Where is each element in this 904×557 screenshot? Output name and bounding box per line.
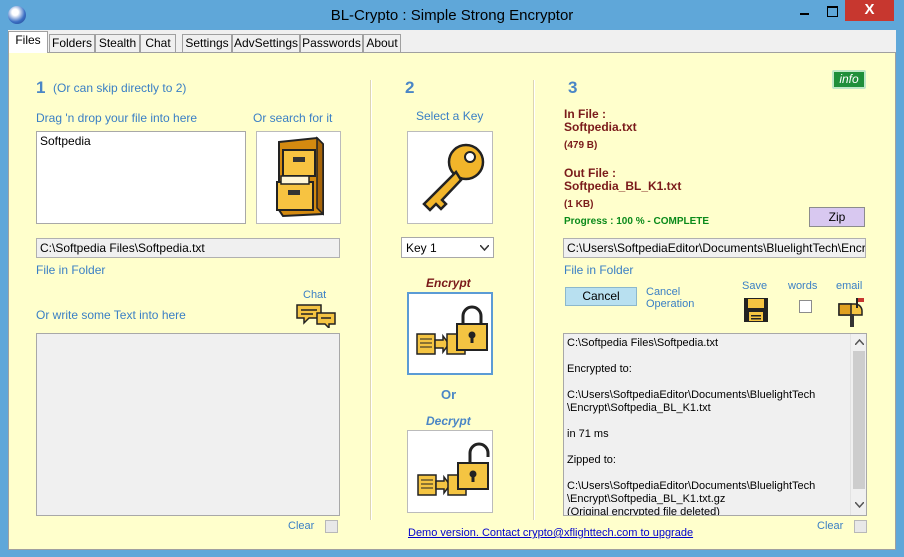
email-label: email (836, 280, 863, 292)
decrypt-unlock-icon (417, 442, 490, 496)
tab-folders[interactable]: Folders (49, 34, 95, 52)
scroll-up-icon[interactable] (855, 339, 864, 345)
save-label: Save (742, 280, 768, 292)
search-label: Or search for it (253, 111, 333, 125)
tab-strip: Files Folders Stealth Chat Settings AdvS… (8, 30, 896, 53)
zip-button[interactable]: Zip (809, 207, 865, 227)
log-line: C:\Users\SoftpediaEditor\Documents\Bluel… (567, 480, 816, 492)
clear-log-checkbox[interactable] (854, 520, 867, 533)
log-line: C:\Softpedia Files\Softpedia.txt (567, 337, 719, 349)
log-line: (Original encrypted file deleted) (567, 506, 720, 516)
window-title: BL-Crypto : Simple Strong Encryptor (330, 7, 574, 24)
minimize-button[interactable] (790, 0, 818, 21)
chat-button[interactable] (295, 302, 337, 330)
log-scrollbar[interactable] (850, 334, 866, 515)
in-file-label: In File : (564, 107, 606, 121)
info-button[interactable]: info (832, 70, 866, 89)
email-button[interactable] (836, 294, 866, 328)
file-cabinet-icon (276, 136, 324, 218)
drag-drop-label: Drag 'n drop your file into here (36, 111, 198, 125)
in-file-size: (479 B) (564, 140, 598, 151)
save-button[interactable] (743, 297, 769, 323)
browse-file-button[interactable] (256, 131, 341, 224)
encrypt-label: Encrypt (426, 276, 471, 290)
step-1-number: 1 (36, 78, 46, 97)
in-file-name: Softpedia.txt (564, 120, 637, 134)
log-line: Zipped to: (567, 454, 616, 466)
out-file-label: Out File : (564, 166, 616, 180)
log-line: in 71 ms (567, 428, 609, 440)
chat-label: Chat (303, 289, 327, 301)
log-line: C:\Users\SoftpediaEditor\Documents\Bluel… (567, 389, 816, 401)
title-bar: BL-Crypto : Simple Strong Encryptor X (0, 0, 904, 30)
decrypt-label: Decrypt (426, 414, 471, 428)
close-icon: X (864, 1, 875, 18)
file-in-folder-link[interactable]: File in Folder (36, 263, 105, 277)
words-checkbox[interactable] (799, 300, 812, 313)
step-3-number: 3 (568, 78, 578, 97)
step-1-hint: (Or can skip directly to 2) (53, 81, 187, 95)
words-label: words (788, 280, 818, 292)
file-drop-box[interactable]: Softpedia (36, 131, 246, 224)
clear-log-label: Clear (817, 520, 844, 532)
decrypt-button[interactable] (407, 430, 493, 513)
plain-text-input[interactable] (36, 333, 340, 516)
step-2-number: 2 (405, 78, 415, 97)
encrypt-lock-icon (416, 305, 488, 355)
out-file-name: Softpedia_BL_K1.txt (564, 179, 682, 193)
key-icon (422, 143, 485, 212)
close-button[interactable]: X (845, 0, 894, 21)
clear-text-checkbox[interactable] (325, 520, 338, 533)
write-text-label: Or write some Text into here (36, 308, 186, 322)
cancel-button[interactable]: Cancel (565, 287, 637, 306)
column-divider (533, 80, 535, 520)
tab-passwords[interactable]: Passwords (300, 34, 363, 52)
cancel-operation-label: Cancel Operation (646, 286, 695, 310)
log-line: \Encrypt\Softpedia_BL_K1.txt.gz (567, 493, 726, 505)
chat-bubbles-icon (296, 304, 336, 330)
maximize-button[interactable] (818, 0, 845, 21)
log-scroll-thumb[interactable] (853, 351, 865, 489)
column-divider (370, 80, 372, 520)
source-file-path[interactable]: C:\Softpedia Files\Softpedia.txt (36, 238, 340, 258)
tab-about[interactable]: About (363, 34, 401, 52)
key-select-value: Key 1 (406, 241, 437, 255)
tab-chat[interactable]: Chat (140, 34, 176, 52)
out-file-size: (1 KB) (564, 199, 594, 210)
tab-settings[interactable]: Settings (182, 34, 232, 52)
key-manager-button[interactable] (407, 131, 493, 224)
result-log[interactable]: C:\Softpedia Files\Softpedia.txt Encrypt… (563, 333, 867, 516)
or-label: Or (441, 387, 457, 402)
chevron-down-icon (480, 245, 489, 251)
output-file-in-folder-link[interactable]: File in Folder (564, 263, 633, 277)
output-file-path[interactable]: C:\Users\SoftpediaEditor\Documents\Bluel… (563, 238, 866, 258)
scroll-down-icon[interactable] (855, 502, 864, 508)
encrypt-button[interactable] (407, 292, 493, 375)
progress-status: Progress : 100 % - COMPLETE (564, 216, 710, 227)
select-key-label: Select a Key (416, 109, 484, 123)
tab-files[interactable]: Files (8, 31, 48, 53)
tab-stealth[interactable]: Stealth (95, 34, 140, 52)
tab-advsettings[interactable]: AdvSettings (232, 34, 300, 52)
demo-upgrade-link[interactable]: Demo version. Contact crypto@xflighttech… (408, 527, 693, 539)
log-line: Encrypted to: (567, 363, 632, 375)
log-line: \Encrypt\Softpedia_BL_K1.txt (567, 402, 711, 414)
key-select[interactable]: Key 1 (401, 237, 494, 258)
result-log-text: C:\Softpedia Files\Softpedia.txt Encrypt… (567, 337, 847, 516)
clear-text-label: Clear (288, 520, 315, 532)
floppy-disk-icon (744, 298, 768, 322)
mailbox-icon (838, 298, 864, 327)
